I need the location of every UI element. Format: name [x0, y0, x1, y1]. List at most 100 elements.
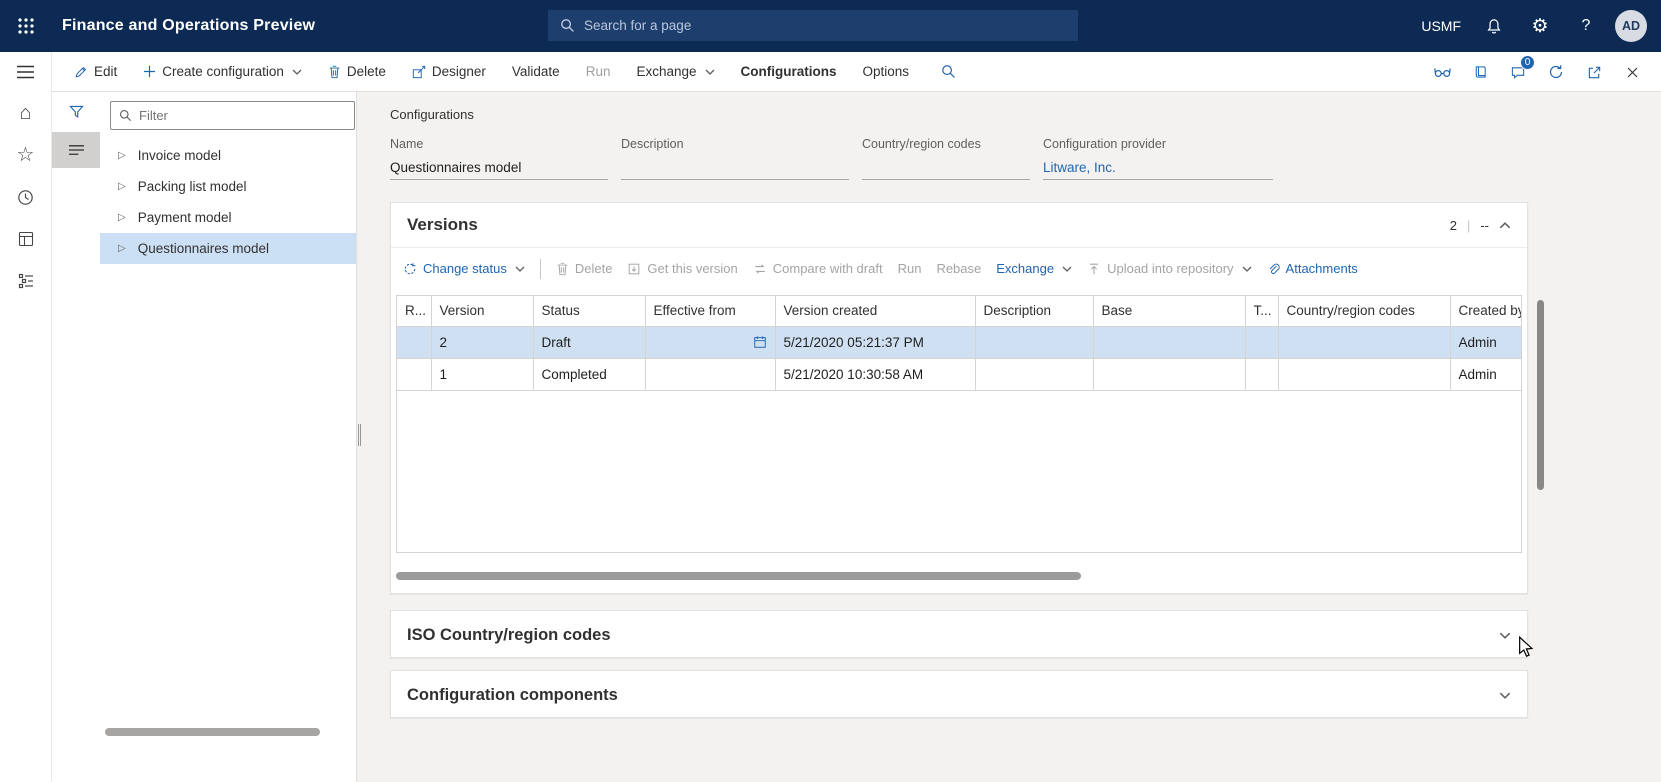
- nav-modules-button[interactable]: [0, 260, 52, 302]
- app-launcher-button[interactable]: [0, 0, 52, 52]
- column-header-created-by[interactable]: Created by: [1450, 296, 1522, 326]
- column-header-effective-from[interactable]: Effective from: [645, 296, 775, 326]
- avatar[interactable]: AD: [1615, 10, 1647, 42]
- delete-button[interactable]: Delete: [328, 64, 386, 79]
- tab-options[interactable]: Options: [863, 64, 910, 79]
- tree-filter-input[interactable]: [139, 108, 346, 123]
- run-button[interactable]: Run: [586, 64, 611, 79]
- upload-into-repository-button[interactable]: Upload into repository: [1087, 261, 1251, 276]
- collapse-chevron-icon[interactable]: [1499, 222, 1511, 229]
- expand-navigation-button[interactable]: [0, 52, 52, 92]
- description-field-value[interactable]: [621, 160, 849, 180]
- versions-overflow[interactable]: --: [1480, 218, 1489, 233]
- close-page-button[interactable]: [1613, 52, 1651, 92]
- expand-chevron-down-icon[interactable]: [1499, 632, 1511, 639]
- settings-button[interactable]: ⚙: [1517, 0, 1563, 52]
- refresh-button[interactable]: [1537, 52, 1575, 92]
- nav-workspace-button[interactable]: [0, 218, 52, 260]
- versions-run-button[interactable]: Run: [898, 261, 922, 276]
- cell-effective-from[interactable]: [645, 326, 775, 358]
- versions-exchange-button[interactable]: Exchange: [996, 261, 1072, 276]
- messages-button[interactable]: 0: [1499, 52, 1537, 92]
- message-count-badge: 0: [1520, 55, 1535, 70]
- configuration-components-header[interactable]: Configuration components: [391, 671, 1527, 719]
- designer-button[interactable]: Designer: [412, 64, 486, 79]
- validate-button[interactable]: Validate: [512, 64, 560, 79]
- calendar-icon[interactable]: [753, 335, 767, 349]
- rebase-button[interactable]: Rebase: [936, 261, 981, 276]
- guide-button[interactable]: [1461, 52, 1499, 92]
- show-filters-button[interactable]: [52, 92, 100, 132]
- tree-filter-field[interactable]: [110, 101, 355, 130]
- cell-country-region-codes[interactable]: [1278, 358, 1450, 390]
- versions-header[interactable]: Versions 2 | --: [391, 203, 1527, 247]
- search-input[interactable]: [584, 18, 1066, 33]
- version-row-1[interactable]: 1 Completed 5/21/2020 10:30:58 AM Admin: [397, 358, 1522, 390]
- tree-item-invoice-model[interactable]: ▷ Invoice model: [100, 140, 356, 171]
- company-selector[interactable]: USMF: [1411, 18, 1471, 34]
- edit-button[interactable]: Edit: [74, 64, 117, 79]
- configuration-provider-link[interactable]: Litware, Inc.: [1043, 160, 1273, 180]
- cell-description[interactable]: [975, 326, 1093, 358]
- cell-version[interactable]: 2: [431, 326, 533, 358]
- cell-country-region-codes[interactable]: [1278, 326, 1450, 358]
- close-icon: [1626, 66, 1639, 79]
- tree-horizontal-scrollbar[interactable]: [105, 728, 320, 736]
- create-configuration-button[interactable]: Create configuration: [143, 64, 302, 79]
- cell-base[interactable]: [1093, 326, 1245, 358]
- column-header-version[interactable]: Version: [431, 296, 533, 326]
- cell-version-created[interactable]: 5/21/2020 05:21:37 PM: [775, 326, 975, 358]
- cell-r[interactable]: [397, 326, 431, 358]
- expand-chevron-down-icon[interactable]: [1499, 692, 1511, 699]
- nav-recent-button[interactable]: [0, 176, 52, 218]
- expand-chevron-icon[interactable]: ▷: [118, 244, 126, 254]
- notifications-button[interactable]: [1471, 0, 1517, 52]
- cell-created-by[interactable]: Admin: [1450, 326, 1522, 358]
- expand-chevron-icon[interactable]: ▷: [118, 213, 126, 223]
- exchange-menu-button[interactable]: Exchange: [636, 64, 714, 79]
- list-view-button[interactable]: [52, 132, 100, 168]
- column-header-version-created[interactable]: Version created: [775, 296, 975, 326]
- grid-horizontal-scrollbar[interactable]: [396, 572, 1081, 580]
- cell-status[interactable]: Draft: [533, 326, 645, 358]
- tree-item-packing-list-model[interactable]: ▷ Packing list model: [100, 171, 356, 202]
- iso-country-region-codes-header[interactable]: ISO Country/region codes: [391, 611, 1527, 659]
- tab-configurations[interactable]: Configurations: [741, 64, 837, 79]
- cell-version-created[interactable]: 5/21/2020 10:30:58 AM: [775, 358, 975, 390]
- name-field-value[interactable]: Questionnaires model: [390, 160, 608, 180]
- nav-favorites-button[interactable]: ☆: [0, 134, 52, 176]
- open-in-new-window-button[interactable]: [1575, 52, 1613, 92]
- attachments-button[interactable]: Attachments: [1267, 261, 1358, 276]
- column-header-t[interactable]: T...: [1245, 296, 1278, 326]
- cell-base[interactable]: [1093, 358, 1245, 390]
- cell-t[interactable]: [1245, 326, 1278, 358]
- versions-delete-button[interactable]: Delete: [556, 261, 613, 276]
- page-vertical-scrollbar[interactable]: [1537, 300, 1544, 490]
- task-recorder-button[interactable]: [1423, 52, 1461, 92]
- cell-created-by[interactable]: Admin: [1450, 358, 1522, 390]
- tree-item-questionnaires-model[interactable]: ▷ Questionnaires model: [100, 233, 356, 264]
- help-button[interactable]: ?: [1563, 0, 1609, 52]
- column-header-base[interactable]: Base: [1093, 296, 1245, 326]
- column-header-status[interactable]: Status: [533, 296, 645, 326]
- change-status-button[interactable]: Change status: [403, 261, 525, 276]
- cell-t[interactable]: [1245, 358, 1278, 390]
- global-search[interactable]: [548, 10, 1078, 41]
- compare-with-draft-button[interactable]: Compare with draft: [753, 261, 883, 276]
- cell-version[interactable]: 1: [431, 358, 533, 390]
- expand-chevron-icon[interactable]: ▷: [118, 151, 126, 161]
- cell-effective-from[interactable]: [645, 358, 775, 390]
- column-header-country-region-codes[interactable]: Country/region codes: [1278, 296, 1450, 326]
- column-header-description[interactable]: Description: [975, 296, 1093, 326]
- cell-status[interactable]: Completed: [533, 358, 645, 390]
- column-header-r[interactable]: R...: [397, 296, 431, 326]
- version-row-2[interactable]: 2 Draft: [397, 326, 1522, 358]
- tree-item-payment-model[interactable]: ▷ Payment model: [100, 202, 356, 233]
- cell-description[interactable]: [975, 358, 1093, 390]
- get-this-version-button[interactable]: Get this version: [627, 261, 737, 276]
- action-search-button[interactable]: [941, 64, 956, 79]
- expand-chevron-icon[interactable]: ▷: [118, 182, 126, 192]
- country-codes-field-value[interactable]: [862, 160, 1030, 180]
- cell-r[interactable]: [397, 358, 431, 390]
- nav-home-button[interactable]: ⌂: [0, 92, 52, 134]
